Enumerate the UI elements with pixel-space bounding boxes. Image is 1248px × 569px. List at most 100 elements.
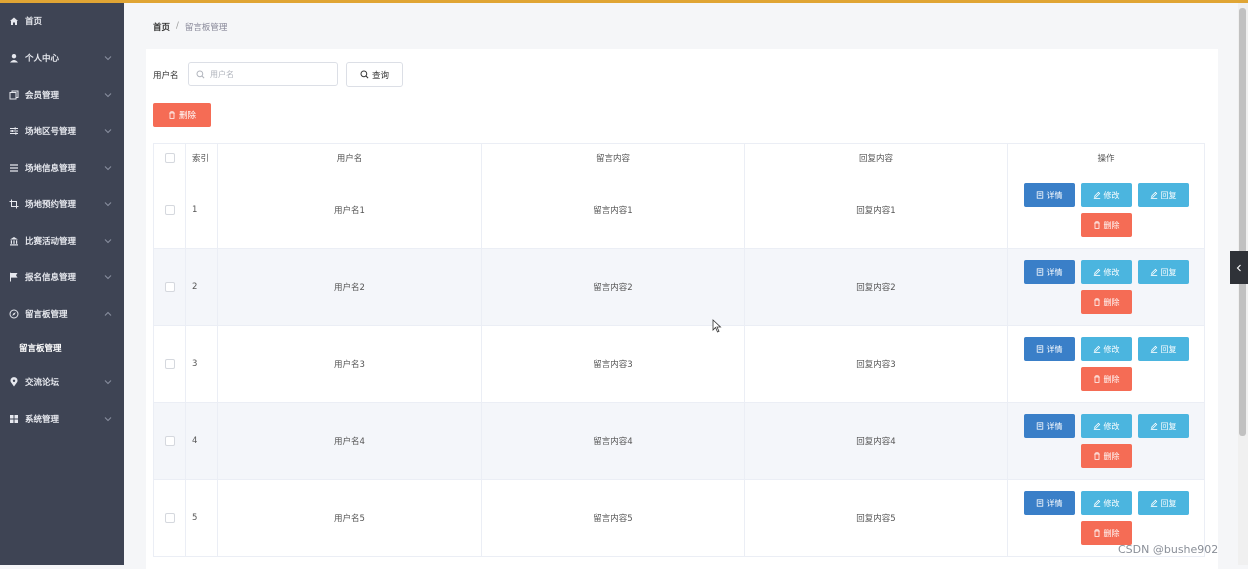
scrollbar-thumb[interactable] (1239, 8, 1246, 436)
row-reply: 回复内容4 (745, 403, 1008, 479)
delete-button[interactable]: 删除 (1080, 444, 1132, 468)
edit-button-label: 修改 (1103, 190, 1120, 200)
trash-icon (1093, 298, 1100, 306)
breadcrumb-home[interactable]: 首页 (153, 21, 170, 33)
submenu-item-message-board[interactable]: 留言板管理 (0, 338, 124, 358)
header-index: 索引 (186, 144, 218, 172)
bulk-delete-button[interactable]: 删除 (153, 103, 211, 127)
flag-icon (9, 272, 19, 282)
sidebar-item-matches[interactable]: 比赛活动管理 (0, 230, 124, 252)
detail-button[interactable]: 详情 (1023, 260, 1075, 284)
user-icon (9, 53, 19, 63)
username-search-input[interactable] (208, 68, 332, 80)
row-actions: 详情 修改 回复删除 (1008, 249, 1205, 325)
sidebar-item-label: 系统管理 (25, 415, 60, 425)
sliders-icon (9, 126, 19, 136)
row-select-cell (153, 480, 186, 556)
sidebar-item-message-board[interactable]: 留言板管理 (0, 303, 124, 325)
row-username: 用户名2 (218, 249, 482, 325)
edit-button[interactable]: 修改 (1080, 491, 1132, 515)
sidebar-item-personal-center[interactable]: 个人中心 (0, 47, 124, 69)
reply-button[interactable]: 回复 (1137, 491, 1189, 515)
sidebar-item-venue-booking[interactable]: 场地预约管理 (0, 193, 124, 215)
row-username: 用户名1 (218, 172, 482, 248)
row-checkbox[interactable] (164, 513, 175, 523)
delete-button-label: 删除 (1103, 297, 1120, 307)
edit-button[interactable]: 修改 (1080, 183, 1132, 207)
trash-icon (1093, 452, 1100, 460)
bank-icon (9, 236, 19, 246)
row-select-cell (153, 326, 186, 402)
table-header: 索引 用户名 留言内容 回复内容 操作 (153, 143, 1205, 173)
reply-button[interactable]: 回复 (1137, 414, 1189, 438)
row-content: 留言内容1 (482, 172, 745, 248)
edit-button-label: 修改 (1103, 344, 1120, 354)
chevron-down-icon (104, 380, 112, 385)
sidebar-item-registration[interactable]: 报名信息管理 (0, 266, 124, 288)
detail-button[interactable]: 详情 (1023, 491, 1075, 515)
delete-button[interactable]: 删除 (1080, 213, 1132, 237)
reply-button-label: 回复 (1160, 421, 1177, 431)
search-label: 用户名 (153, 71, 179, 81)
main-content: 首页 / 留言板管理 用户名 查询 删除 索引 用户名 留言内容 回复内容 操作 (124, 3, 1238, 569)
table-row: 4 用户名4 留言内容4 回复内容4 详情 修改 回复 删除 (153, 403, 1205, 480)
sidebar-item-label: 场地区号管理 (25, 127, 77, 137)
sidebar-item-venue-info[interactable]: 场地信息管理 (0, 157, 124, 179)
sidebar-item-members[interactable]: 会员管理 (0, 84, 124, 106)
sidebar-item-venue-zone[interactable]: 场地区号管理 (0, 120, 124, 142)
chevron-down-icon (104, 166, 112, 171)
reply-button[interactable]: 回复 (1137, 337, 1189, 361)
row-checkbox[interactable] (164, 282, 175, 292)
edit-button-label: 修改 (1103, 498, 1120, 508)
edit-button[interactable]: 修改 (1080, 337, 1132, 361)
document-icon (1036, 422, 1043, 430)
search-input-wrapper[interactable] (188, 62, 338, 86)
trash-icon (169, 111, 175, 119)
home-icon (9, 16, 19, 26)
edit-button-label: 修改 (1103, 267, 1120, 277)
detail-button[interactable]: 详情 (1023, 183, 1075, 207)
crop-icon (9, 199, 19, 209)
row-checkbox[interactable] (164, 359, 175, 369)
submenu-item-label: 留言板管理 (19, 344, 62, 354)
sidebar-item-system[interactable]: 系统管理 (0, 408, 124, 430)
reply-button[interactable]: 回复 (1137, 260, 1189, 284)
delete-button[interactable]: 删除 (1080, 521, 1132, 545)
sidebar-item-label: 首页 (25, 17, 43, 27)
delete-button[interactable]: 删除 (1080, 367, 1132, 391)
row-content: 留言内容3 (482, 326, 745, 402)
reply-button[interactable]: 回复 (1137, 183, 1189, 207)
row-reply: 回复内容5 (745, 480, 1008, 556)
collapse-panel-button[interactable] (1230, 251, 1248, 284)
watermark: CSDN @bushe902 (1118, 543, 1219, 556)
compass-icon (9, 309, 19, 319)
sidebar-item-label: 比赛活动管理 (25, 237, 77, 247)
edit-icon (1093, 499, 1100, 507)
detail-button[interactable]: 详情 (1023, 337, 1075, 361)
document-icon (1036, 345, 1043, 353)
search-icon (360, 70, 369, 79)
row-checkbox[interactable] (164, 436, 175, 446)
query-button[interactable]: 查询 (346, 62, 403, 87)
row-checkbox[interactable] (164, 205, 175, 215)
detail-button[interactable]: 详情 (1023, 414, 1075, 438)
delete-button[interactable]: 删除 (1080, 290, 1132, 314)
row-select-cell (153, 403, 186, 479)
sidebar-item-label: 场地信息管理 (25, 164, 77, 174)
edit-icon (1150, 268, 1157, 276)
sidebar-item-forum[interactable]: 交流论坛 (0, 371, 124, 393)
content-card: 用户名 查询 删除 索引 用户名 留言内容 回复内容 操作 1用户名1留言内容1… (146, 49, 1218, 569)
edit-button[interactable]: 修改 (1080, 414, 1132, 438)
chevron-left-icon (1236, 264, 1241, 271)
search-icon (196, 69, 205, 78)
select-all-checkbox[interactable] (164, 153, 175, 163)
chevron-down-icon (104, 56, 112, 61)
table-row: 2 用户名2 留言内容2 回复内容2 详情 修改 回复 删除 (153, 249, 1205, 326)
location-icon (9, 377, 19, 387)
header-content: 留言内容 (482, 144, 745, 172)
edit-icon (1150, 191, 1157, 199)
sidebar-item-label: 交流论坛 (25, 378, 60, 388)
sidebar-item-home[interactable]: 首页 (0, 10, 124, 32)
edit-button[interactable]: 修改 (1080, 260, 1132, 284)
copy-icon (9, 90, 19, 100)
